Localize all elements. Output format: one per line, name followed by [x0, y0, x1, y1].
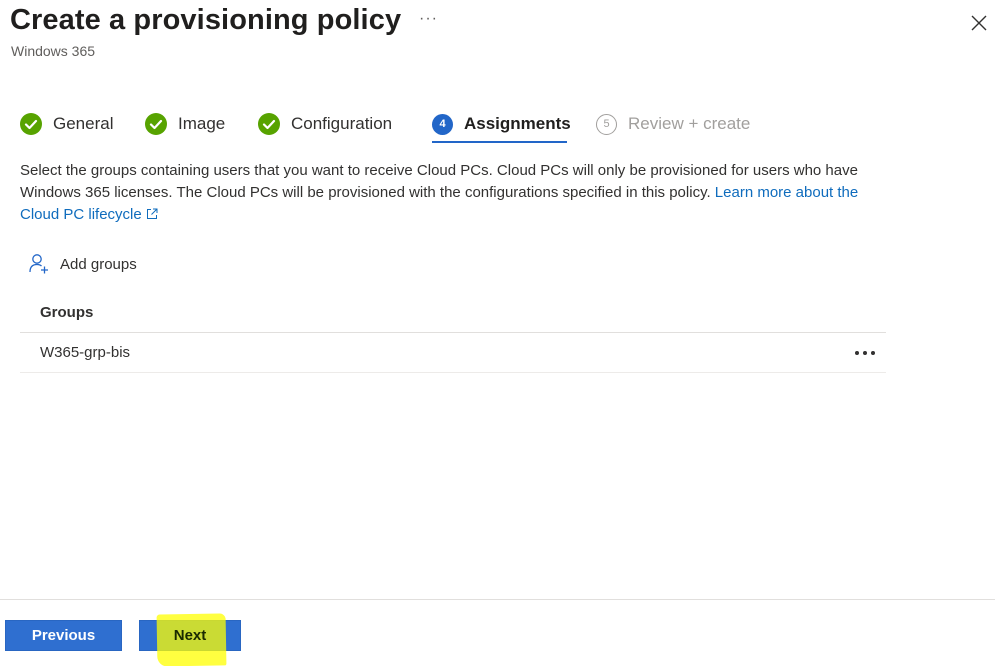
group-name: W365-grp-bis	[40, 344, 131, 361]
assignments-description: Select the groups containing users that …	[20, 160, 900, 226]
step-label: Review + create	[628, 114, 751, 133]
check-circle-icon	[20, 113, 42, 135]
add-person-icon	[29, 254, 48, 274]
step-review-create[interactable]: 5 Review + create	[596, 106, 750, 142]
step-label: Image	[178, 114, 226, 133]
next-button-label: Next	[173, 627, 207, 644]
close-button[interactable]	[968, 12, 990, 34]
page-title: Create a provisioning policy	[10, 4, 402, 36]
step-image[interactable]: Image	[145, 106, 225, 142]
page-subtitle: Windows 365	[11, 43, 96, 59]
step-general[interactable]: General	[20, 106, 113, 142]
row-more-actions-button[interactable]	[850, 343, 880, 363]
add-groups-button[interactable]: Add groups	[28, 253, 137, 275]
add-groups-label: Add groups	[60, 255, 137, 273]
step-label: Configuration	[291, 114, 393, 133]
check-circle-icon	[258, 113, 280, 135]
ellipsis-icon	[855, 350, 875, 355]
table-row[interactable]: W365-grp-bis	[20, 333, 886, 373]
step-label: General	[53, 114, 114, 133]
previous-button[interactable]: Previous	[5, 620, 122, 651]
step-number-badge: 5	[596, 113, 617, 135]
step-assignments[interactable]: 4 Assignments	[432, 106, 571, 142]
provisioning-policy-page: Create a provisioning policy ··· Windows…	[0, 0, 995, 666]
more-options-icon[interactable]: ···	[419, 10, 438, 28]
check-circle-icon	[145, 113, 167, 135]
groups-table: Groups W365-grp-bis	[20, 293, 886, 373]
external-link-icon	[146, 208, 158, 219]
step-number-badge: 4	[432, 113, 453, 135]
groups-column-header: Groups	[20, 293, 886, 333]
wizard-steps: General Image Configuration 4 Assignment…	[20, 106, 780, 144]
step-label: Assignments	[464, 114, 571, 133]
step-configuration[interactable]: Configuration	[258, 106, 392, 142]
close-icon	[971, 15, 987, 31]
previous-button-label: Previous	[31, 627, 96, 644]
footer-divider	[0, 599, 995, 600]
column-header-label: Groups	[40, 304, 94, 321]
active-step-indicator	[432, 141, 567, 143]
